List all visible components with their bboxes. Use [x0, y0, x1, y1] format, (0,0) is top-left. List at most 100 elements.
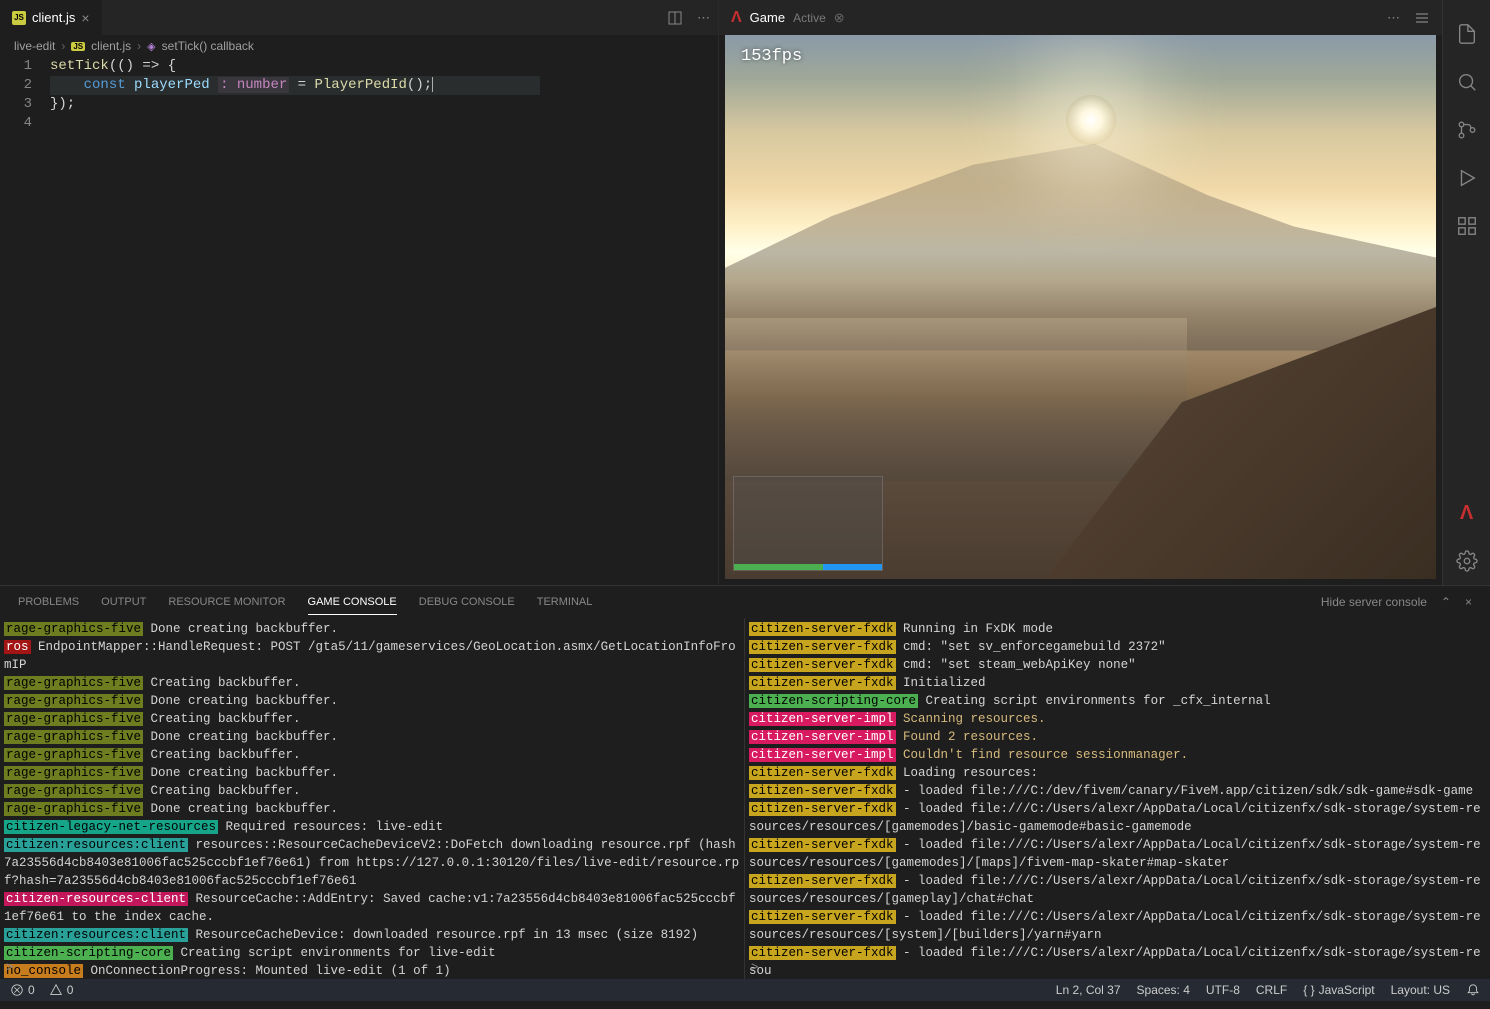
- log-text: Done creating backbuffer.: [143, 730, 338, 744]
- log-tag: citizen-scripting-core: [749, 694, 918, 708]
- code-content[interactable]: setTick(() => { const playerPed : number…: [50, 57, 718, 585]
- log-tag: citizen-server-fxdk: [749, 676, 896, 690]
- log-text: Initialized: [896, 676, 986, 690]
- more-icon[interactable]: ⋯: [697, 10, 710, 26]
- log-tag: citizen-server-fxdk: [749, 622, 896, 636]
- bottom-panel: PROBLEMS OUTPUT RESOURCE MONITOR GAME CO…: [0, 585, 1490, 979]
- game-tab-title: Game: [750, 10, 785, 25]
- log-tag: citizen-server-fxdk: [749, 640, 896, 654]
- status-language[interactable]: { } JavaScript: [1303, 983, 1374, 997]
- breadcrumb-symbol[interactable]: setTick() callback: [162, 39, 254, 53]
- explorer-icon[interactable]: [1443, 10, 1490, 58]
- breadcrumb[interactable]: live-edit › JS client.js › ◈ setTick() c…: [0, 35, 718, 57]
- log-text: Creating script environments for _cfx_in…: [918, 694, 1271, 708]
- log-text: Loading resources:: [896, 766, 1039, 780]
- log-tag: citizen-server-impl: [749, 712, 896, 726]
- breadcrumb-root[interactable]: live-edit: [14, 39, 55, 53]
- log-text: Creating script environments for live-ed…: [173, 946, 496, 960]
- more-icon[interactable]: ⋯: [1387, 10, 1400, 26]
- status-eol[interactable]: CRLF: [1256, 983, 1287, 997]
- tab-filename: client.js: [32, 10, 75, 25]
- log-tag: citizen-server-fxdk: [749, 946, 896, 960]
- status-errors[interactable]: 0: [10, 983, 35, 997]
- log-tag: rage-graphics-five: [4, 766, 143, 780]
- log-line: rage-graphics-five Creating backbuffer.: [4, 710, 740, 728]
- status-encoding[interactable]: UTF-8: [1206, 983, 1240, 997]
- tab-client-js[interactable]: JS client.js ×: [0, 0, 103, 35]
- log-line: citizen-scripting-core Creating script e…: [4, 944, 740, 962]
- log-tag: rage-graphics-five: [4, 748, 143, 762]
- code-editor[interactable]: 1 2 3 4 setTick(() => { const playerPed …: [0, 57, 718, 585]
- log-tag: citizen:resources:client: [4, 928, 188, 942]
- status-layout[interactable]: Layout: US: [1391, 983, 1450, 997]
- log-text: Required resources: live-edit: [218, 820, 443, 834]
- log-text: Done creating backbuffer.: [143, 622, 338, 636]
- log-line: ros EndpointMapper::HandleRequest: POST …: [4, 638, 740, 674]
- activity-bar: Λ: [1442, 0, 1490, 585]
- tab-output[interactable]: OUTPUT: [101, 590, 146, 614]
- status-warnings[interactable]: 0: [49, 983, 74, 997]
- status-cursor-position[interactable]: Ln 2, Col 37: [1056, 983, 1121, 997]
- log-text: Running in FxDK mode: [896, 622, 1054, 636]
- status-bar: 0 0 Ln 2, Col 37 Spaces: 4 UTF-8 CRLF { …: [0, 979, 1490, 1001]
- notifications-bell-icon[interactable]: [1466, 983, 1480, 997]
- client-console[interactable]: rage-graphics-five Done creating backbuf…: [0, 618, 745, 979]
- log-tag: citizen-server-fxdk: [749, 910, 896, 924]
- log-tag: citizen-server-impl: [749, 730, 896, 744]
- log-line: citizen-server-impl Found 2 resources.: [749, 728, 1486, 746]
- tab-debug-console[interactable]: DEBUG CONSOLE: [419, 590, 515, 614]
- log-tag: no_console: [4, 964, 83, 978]
- js-file-icon: JS: [71, 42, 85, 51]
- close-icon[interactable]: ×: [81, 10, 89, 26]
- log-tag: rage-graphics-five: [4, 694, 143, 708]
- tab-problems[interactable]: PROBLEMS: [18, 590, 79, 614]
- fivem-logo-icon: Λ: [731, 9, 742, 27]
- settings-gear-icon[interactable]: [1443, 537, 1490, 585]
- tab-resource-monitor[interactable]: RESOURCE MONITOR: [168, 590, 285, 614]
- log-text: - loaded file:///C:/dev/fivem/canary/Fiv…: [896, 784, 1474, 798]
- log-text: Couldn't find resource sessionmanager.: [896, 748, 1189, 762]
- close-panel-icon[interactable]: ×: [1465, 595, 1472, 609]
- extensions-icon[interactable]: [1443, 202, 1490, 250]
- status-indent[interactable]: Spaces: 4: [1137, 983, 1190, 997]
- log-line: citizen-server-fxdk Loading resources:: [749, 764, 1486, 782]
- log-text: ResourceCacheDevice: downloaded resource…: [188, 928, 698, 942]
- log-tag: citizen-resources-client: [4, 892, 188, 906]
- console-prompt[interactable]: >: [751, 959, 759, 977]
- log-line: citizen-server-fxdk cmd: "set sv_enforce…: [749, 638, 1486, 656]
- server-console[interactable]: citizen-server-fxdk Running in FxDK mode…: [745, 618, 1490, 979]
- game-viewport[interactable]: 153fps: [725, 35, 1436, 579]
- console-prompt[interactable]: >: [6, 959, 14, 977]
- panel-tabs: PROBLEMS OUTPUT RESOURCE MONITOR GAME CO…: [0, 586, 1490, 618]
- line-gutter: 1 2 3 4: [0, 57, 50, 585]
- tab-game-console[interactable]: GAME CONSOLE: [308, 590, 397, 615]
- split-editor-icon[interactable]: [667, 10, 683, 26]
- log-text: Creating backbuffer.: [143, 676, 301, 690]
- source-control-icon[interactable]: [1443, 106, 1490, 154]
- log-text: Scanning resources.: [896, 712, 1046, 726]
- log-line: rage-graphics-five Done creating backbuf…: [4, 728, 740, 746]
- log-text: cmd: "set sv_enforcegamebuild 2372": [896, 640, 1166, 654]
- log-tag: rage-graphics-five: [4, 676, 143, 690]
- fivem-logo-icon[interactable]: Λ: [1443, 489, 1490, 537]
- editor-tabs: JS client.js × ⋯: [0, 0, 718, 35]
- log-tag: ros: [4, 640, 31, 654]
- log-text: Done creating backbuffer.: [143, 766, 338, 780]
- log-tag: citizen-server-fxdk: [749, 784, 896, 798]
- pin-icon[interactable]: ⊗: [834, 10, 845, 26]
- log-text: Done creating backbuffer.: [143, 802, 338, 816]
- log-line: citizen-resources-client ResourceCache::…: [4, 890, 740, 926]
- log-line: citizen-server-fxdk - loaded file:///C:/…: [749, 800, 1486, 836]
- log-line: citizen-server-fxdk - loaded file:///C:/…: [749, 872, 1486, 908]
- log-tag: citizen-server-fxdk: [749, 766, 896, 780]
- log-tag: citizen-scripting-core: [4, 946, 173, 960]
- log-line: no_console OnConnectionProgress: Mounted…: [4, 962, 740, 979]
- search-icon[interactable]: [1443, 58, 1490, 106]
- hide-server-console-button[interactable]: Hide server console: [1321, 595, 1427, 609]
- chevron-up-icon[interactable]: ⌃: [1441, 595, 1451, 609]
- breadcrumb-file[interactable]: client.js: [91, 39, 131, 53]
- run-debug-icon[interactable]: [1443, 154, 1490, 202]
- tab-terminal[interactable]: TERMINAL: [537, 590, 593, 614]
- menu-icon[interactable]: [1414, 10, 1430, 26]
- game-pane: Λ Game Active ⊗ ⋯ 153fps: [718, 0, 1442, 585]
